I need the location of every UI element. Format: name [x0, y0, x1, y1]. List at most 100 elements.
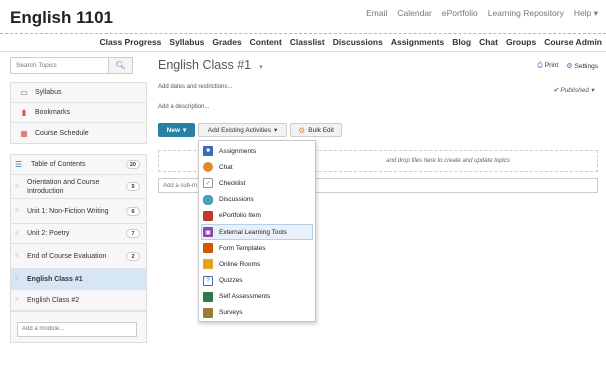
self-assessments-icon [203, 291, 213, 302]
drag-handle-icon[interactable]: ≡ [15, 208, 23, 214]
menu-item-label: Checklist [219, 179, 246, 187]
menu-item-assignments[interactable]: ■ Assignments [199, 143, 315, 159]
module-item[interactable]: ≡ Orientation and Course Introduction 5 [11, 175, 146, 199]
content-sidebar: 🔍︎ ▭ Syllabus ▮ Bookmarks ▦ Course Sched… [10, 57, 147, 343]
menu-item-form-templates[interactable]: Form Templates [199, 240, 315, 256]
sidebar-item-label: Course Schedule [35, 129, 89, 137]
chat-icon [203, 162, 213, 173]
add-dates-link[interactable]: Add dates and restrictions... [158, 84, 232, 90]
module-label: English Class #2 [27, 296, 80, 304]
eportfolio-link[interactable]: ePortfolio [442, 8, 478, 19]
check-icon: ✔ [553, 87, 559, 94]
menu-item-checklist[interactable]: ✓ Checklist [199, 175, 315, 191]
learning-repository-link[interactable]: Learning Repository [488, 8, 564, 19]
drag-handle-icon[interactable]: ≡ [15, 253, 23, 259]
print-button[interactable]: ⎙ Print [537, 62, 558, 70]
module-title: English Class #1 [158, 58, 252, 72]
add-existing-activities-button[interactable]: Add Existing Activities ▾ [198, 123, 287, 137]
nav-chat[interactable]: Chat [479, 35, 498, 51]
calendar-icon: ▦ [20, 128, 28, 138]
nav-discussions[interactable]: Discussions [333, 35, 383, 51]
nav-blog[interactable]: Blog [452, 35, 471, 51]
nav-assignments[interactable]: Assignments [391, 35, 444, 51]
nav-class-progress[interactable]: Class Progress [100, 35, 162, 51]
chevron-down-icon: ▾ [183, 127, 187, 134]
module-label: Unit 2: Poetry [27, 230, 70, 237]
module-label: English Class #1 [27, 275, 83, 283]
add-existing-activities-menu: ■ Assignments Chat ✓ Checklist Discussio… [198, 140, 316, 322]
menu-item-online-rooms[interactable]: Online Rooms [199, 256, 315, 272]
sidebar-item-syllabus[interactable]: ▭ Syllabus [11, 83, 146, 103]
drag-handle-icon[interactable]: ≡ [15, 231, 23, 237]
calendar-link[interactable]: Calendar [397, 8, 432, 19]
quizzes-icon: ? [203, 275, 213, 286]
toc-count-badge: 20 [125, 160, 140, 169]
bulk-edit-label: Bulk Edit [308, 126, 334, 134]
sidebar-item-label: Bookmarks [35, 109, 71, 116]
page-title[interactable]: English Class #1 ▾ [158, 58, 263, 72]
menu-item-label: Quizzes [219, 277, 243, 285]
search-button[interactable]: 🔍︎ [109, 57, 133, 74]
menu-item-eportfolio-item[interactable]: ePortfolio Item [199, 208, 315, 224]
print-label: Print [544, 62, 559, 69]
chevron-down-icon: ▾ [590, 87, 594, 94]
menu-item-label: External Learning Tools [219, 228, 287, 236]
menu-item-label: Chat [219, 163, 233, 171]
sidebar-item-label: Syllabus [35, 89, 62, 96]
eportfolio-icon [203, 210, 213, 221]
chevron-down-icon[interactable]: ▾ [259, 64, 263, 71]
nav-groups[interactable]: Groups [506, 35, 536, 51]
toc-label: Table of Contents [31, 161, 86, 168]
drag-handle-icon[interactable]: ≡ [15, 184, 23, 190]
module-item[interactable]: ≡ Unit 2: Poetry 7 [11, 224, 146, 244]
drag-handle-icon[interactable]: ≡ [15, 276, 23, 282]
menu-item-label: Discussions [219, 196, 254, 204]
module-item[interactable]: ≡ Unit 1: Non-Fiction Writing 6 [11, 199, 146, 224]
add-module-row [11, 311, 146, 342]
add-description-link[interactable]: Add a description... [158, 104, 209, 110]
sidebar-item-course-schedule[interactable]: ▦ Course Schedule [11, 123, 146, 143]
nav-syllabus[interactable]: Syllabus [169, 35, 204, 51]
assignments-icon: ■ [203, 146, 213, 157]
course-nav: Class Progress Syllabus Grades Content C… [0, 35, 606, 51]
settings-button[interactable]: ⚙ Settings [566, 62, 598, 70]
nav-content[interactable]: Content [250, 35, 282, 51]
nav-classlist[interactable]: Classlist [290, 35, 325, 51]
menu-item-label: ePortfolio Item [219, 212, 261, 220]
online-rooms-icon [203, 259, 213, 270]
search-topics-input[interactable] [10, 57, 109, 74]
email-link[interactable]: Email [366, 8, 387, 19]
toc-header[interactable]: ☰ Table of Contents 20 [11, 155, 146, 175]
menu-item-quizzes[interactable]: ? Quizzes [199, 273, 315, 289]
bulk-edit-button[interactable]: ⚙ Bulk Edit [290, 123, 342, 137]
module-label: Orientation and Course Introduction [27, 178, 100, 195]
course-title[interactable]: English 1101 [10, 8, 113, 28]
menu-item-chat[interactable]: Chat [199, 159, 315, 175]
sidebar-item-bookmarks[interactable]: ▮ Bookmarks [11, 103, 146, 123]
module-item-selected[interactable]: ≡ English Class #1 [11, 269, 146, 290]
module-count-badge: 2 [126, 251, 140, 261]
nav-course-admin[interactable]: Course Admin [544, 35, 602, 51]
add-module-input[interactable] [17, 321, 137, 337]
menu-item-label: Assignments [219, 147, 257, 155]
menu-item-external-learning-tools[interactable]: ▣ External Learning Tools [201, 223, 313, 241]
help-menu[interactable]: Help ▾ [574, 8, 598, 19]
gear-icon: ⚙ [566, 63, 573, 70]
module-item[interactable]: ≡ End of Course Evaluation 2 [11, 244, 146, 269]
checklist-icon: ✓ [203, 178, 213, 189]
surveys-icon [203, 307, 213, 318]
menu-item-surveys[interactable]: Surveys [199, 305, 315, 321]
settings-label: Settings [574, 63, 599, 70]
publish-status[interactable]: ✔ Published ▾ [553, 86, 594, 94]
new-button[interactable]: New ▾ [158, 123, 195, 137]
menu-item-self-assessments[interactable]: Self Assessments [199, 289, 315, 305]
module-label: Unit 1: Non-Fiction Writing [27, 207, 109, 215]
module-item[interactable]: ≡ English Class #2 [11, 290, 146, 311]
header-divider [0, 33, 606, 34]
bookmark-icon: ▮ [21, 108, 27, 117]
menu-item-discussions[interactable]: Discussions [199, 192, 315, 208]
search-icon: 🔍︎ [115, 61, 126, 70]
menu-item-label: Self Assessments [219, 293, 271, 301]
nav-grades[interactable]: Grades [212, 35, 241, 51]
drag-handle-icon[interactable]: ≡ [15, 297, 23, 303]
